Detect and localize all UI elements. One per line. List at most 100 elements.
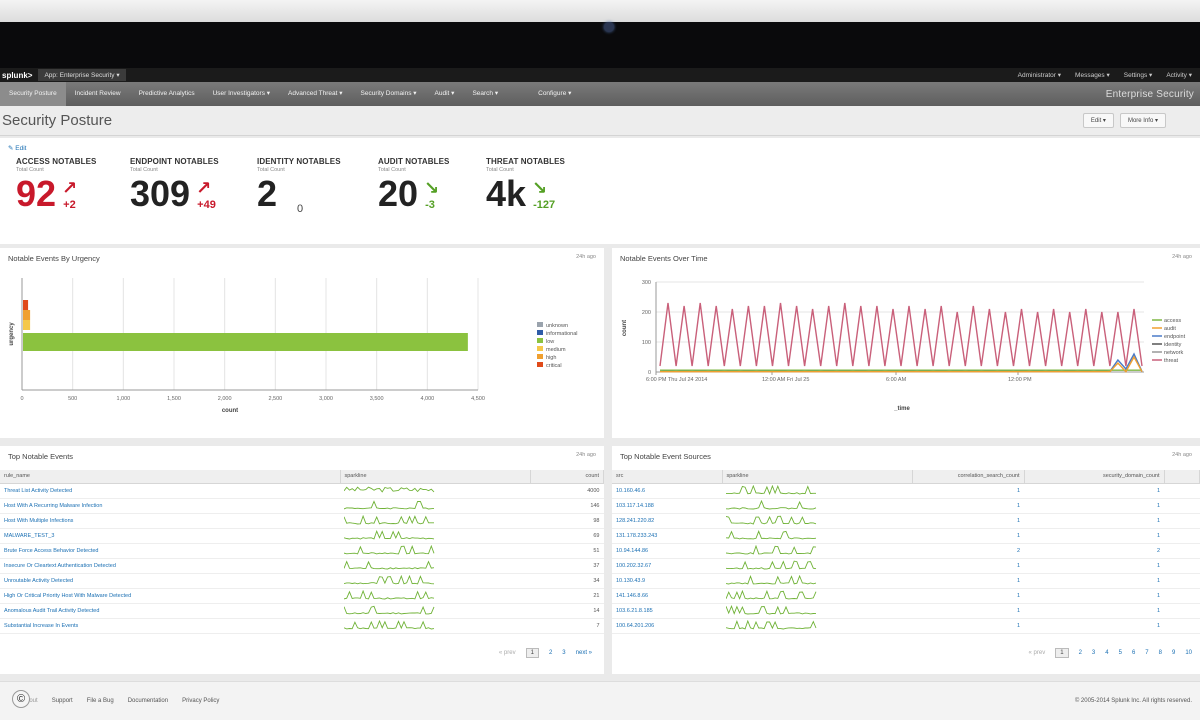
pager-next[interactable]: next »: [576, 650, 592, 656]
src-link[interactable]: 10.94.144.86: [612, 543, 722, 559]
pager-page-6[interactable]: 6: [1132, 650, 1135, 656]
src-link[interactable]: 100.64.201.206: [612, 618, 722, 634]
nav-security-domains[interactable]: Security Domains ▾: [352, 82, 426, 106]
src-link[interactable]: 10.160.46.6: [612, 483, 722, 499]
panel-time-link[interactable]: 24h ago: [576, 254, 596, 260]
domain-count-cell[interactable]: 1: [1024, 513, 1164, 529]
panel-time-link[interactable]: 24h ago: [576, 452, 596, 458]
domain-count-cell[interactable]: 1: [1024, 498, 1164, 514]
correlation-count-cell[interactable]: 1: [912, 528, 1024, 544]
rule-name-link[interactable]: Insecure Or Cleartext Authentication Det…: [0, 558, 340, 574]
correlation-count-cell[interactable]: 2: [912, 543, 1024, 559]
rule-name-link[interactable]: MALWARE_TEST_3: [0, 528, 340, 544]
domain-count-cell[interactable]: 1: [1024, 483, 1164, 499]
app-switcher[interactable]: App: Enterprise Security ▾: [38, 69, 126, 81]
top-link-messages[interactable]: Messages ▾: [1075, 71, 1110, 79]
table-row[interactable]: Host With A Recurring Malware Infection 1…: [0, 498, 604, 514]
table-row[interactable]: 103.117.14.188 1 1: [612, 498, 1200, 514]
panel-time-link[interactable]: 24h ago: [1172, 254, 1192, 260]
nav-configure[interactable]: Configure ▾: [529, 82, 580, 106]
correlation-count-cell[interactable]: 1: [912, 483, 1024, 499]
table-row[interactable]: 10.130.43.9 1 1: [612, 573, 1200, 589]
top-link-settings[interactable]: Settings ▾: [1124, 71, 1153, 79]
table-row[interactable]: 141.146.8.66 1 1: [612, 588, 1200, 604]
col-extra[interactable]: [1164, 470, 1200, 484]
table-row[interactable]: 10.94.144.86 2 2: [612, 543, 1200, 559]
rule-name-link[interactable]: Brute Force Access Behavior Detected: [0, 543, 340, 559]
pager-page-3[interactable]: 3: [562, 650, 565, 656]
src-link[interactable]: 103.6.21.8.185: [612, 603, 722, 619]
domain-count-cell[interactable]: 2: [1024, 543, 1164, 559]
nav-advanced-threat[interactable]: Advanced Threat ▾: [279, 82, 351, 106]
more-info-button[interactable]: More Info ▾: [1119, 113, 1166, 128]
domain-count-cell[interactable]: 1: [1024, 603, 1164, 619]
table-row[interactable]: Insecure Or Cleartext Authentication Det…: [0, 558, 604, 574]
pager-page-5[interactable]: 5: [1119, 650, 1122, 656]
splunk-logo[interactable]: splunk>: [0, 71, 38, 80]
table-row[interactable]: Unroutable Activity Detected 34: [0, 573, 604, 589]
domain-count-cell[interactable]: 1: [1024, 573, 1164, 589]
kpi-endpoint[interactable]: ENDPOINT NOTABLES Total Count 309 ↗ +49: [130, 157, 219, 213]
nav-incident-review[interactable]: Incident Review: [66, 82, 130, 106]
footer-link-support[interactable]: Support: [52, 698, 73, 704]
table-row[interactable]: Threat List Activity Detected 4000: [0, 483, 604, 499]
panel-time-link[interactable]: 24h ago: [1172, 452, 1192, 458]
top-link-administrator[interactable]: Administrator ▾: [1018, 71, 1061, 79]
src-link[interactable]: 131.178.233.243: [612, 528, 722, 544]
table-row[interactable]: Substantial Increase In Events 7: [0, 618, 604, 634]
pager-page-1[interactable]: 1: [1055, 648, 1069, 658]
pager-prev[interactable]: « prev: [1029, 650, 1046, 656]
footer-link-documentation[interactable]: Documentation: [128, 698, 168, 704]
src-link[interactable]: 100.202.32.67: [612, 558, 722, 574]
correlation-count-cell[interactable]: 1: [912, 588, 1024, 604]
top-link-activity[interactable]: Activity ▾: [1166, 71, 1192, 79]
correlation-count-cell[interactable]: 1: [912, 618, 1024, 634]
kpi-audit[interactable]: AUDIT NOTABLES Total Count 20 ↘ -3: [378, 157, 449, 213]
rule-name-link[interactable]: Unroutable Activity Detected: [0, 573, 340, 589]
rule-name-link[interactable]: Anomalous Audit Trail Activity Detected: [0, 603, 340, 619]
pager-page-2[interactable]: 2: [1079, 650, 1082, 656]
rule-name-link[interactable]: Host With A Recurring Malware Infection: [0, 498, 340, 514]
pager-page-4[interactable]: 4: [1105, 650, 1108, 656]
nav-user-investigators[interactable]: User Investigators ▾: [204, 82, 279, 106]
table-row[interactable]: 100.202.32.67 1 1: [612, 558, 1200, 574]
col-sparkline[interactable]: sparkline: [722, 470, 913, 484]
nav-search[interactable]: Search ▾: [463, 82, 507, 106]
kpi-edit-link[interactable]: ✎ Edit: [8, 144, 26, 152]
rule-name-link[interactable]: High Or Critical Priority Host With Malw…: [0, 588, 340, 604]
col-sparkline[interactable]: sparkline: [340, 470, 531, 484]
correlation-count-cell[interactable]: 1: [912, 573, 1024, 589]
rule-name-link[interactable]: Host With Multiple Infections: [0, 513, 340, 529]
src-link[interactable]: 141.146.8.66: [612, 588, 722, 604]
pager-page-2[interactable]: 2: [549, 650, 552, 656]
table-row[interactable]: 100.64.201.206 1 1: [612, 618, 1200, 634]
table-row[interactable]: 10.160.46.6 1 1: [612, 483, 1200, 499]
col-count[interactable]: count: [530, 470, 604, 484]
nav-audit[interactable]: Audit ▾: [426, 82, 464, 106]
rule-name-link[interactable]: Threat List Activity Detected: [0, 483, 340, 499]
correlation-count-cell[interactable]: 1: [912, 558, 1024, 574]
footer-link-file-bug[interactable]: File a Bug: [87, 698, 114, 704]
pager-prev[interactable]: « prev: [499, 650, 516, 656]
pager-page-9[interactable]: 9: [1172, 650, 1175, 656]
table-row[interactable]: Host With Multiple Infections 98: [0, 513, 604, 529]
table-row[interactable]: High Or Critical Priority Host With Malw…: [0, 588, 604, 604]
col-rule-name[interactable]: rule_name: [0, 470, 341, 484]
correlation-count-cell[interactable]: 1: [912, 513, 1024, 529]
col-src[interactable]: src: [612, 470, 723, 484]
domain-count-cell[interactable]: 1: [1024, 588, 1164, 604]
kpi-access[interactable]: ACCESS NOTABLES Total Count 92 ↗ +2: [16, 157, 96, 213]
src-link[interactable]: 103.117.14.188: [612, 498, 722, 514]
src-link[interactable]: 10.130.43.9: [612, 573, 722, 589]
pager-page-7[interactable]: 7: [1145, 650, 1148, 656]
correlation-count-cell[interactable]: 1: [912, 498, 1024, 514]
table-row[interactable]: 131.178.233.243 1 1: [612, 528, 1200, 544]
pager-page-10[interactable]: 10: [1185, 650, 1192, 656]
table-row[interactable]: Brute Force Access Behavior Detected 51: [0, 543, 604, 559]
edit-dashboard-button[interactable]: Edit ▾: [1082, 113, 1114, 128]
table-row[interactable]: Anomalous Audit Trail Activity Detected 1…: [0, 603, 604, 619]
correlation-count-cell[interactable]: 1: [912, 603, 1024, 619]
src-link[interactable]: 128.241.220.82: [612, 513, 722, 529]
rule-name-link[interactable]: Substantial Increase In Events: [0, 618, 340, 634]
domain-count-cell[interactable]: 1: [1024, 618, 1164, 634]
